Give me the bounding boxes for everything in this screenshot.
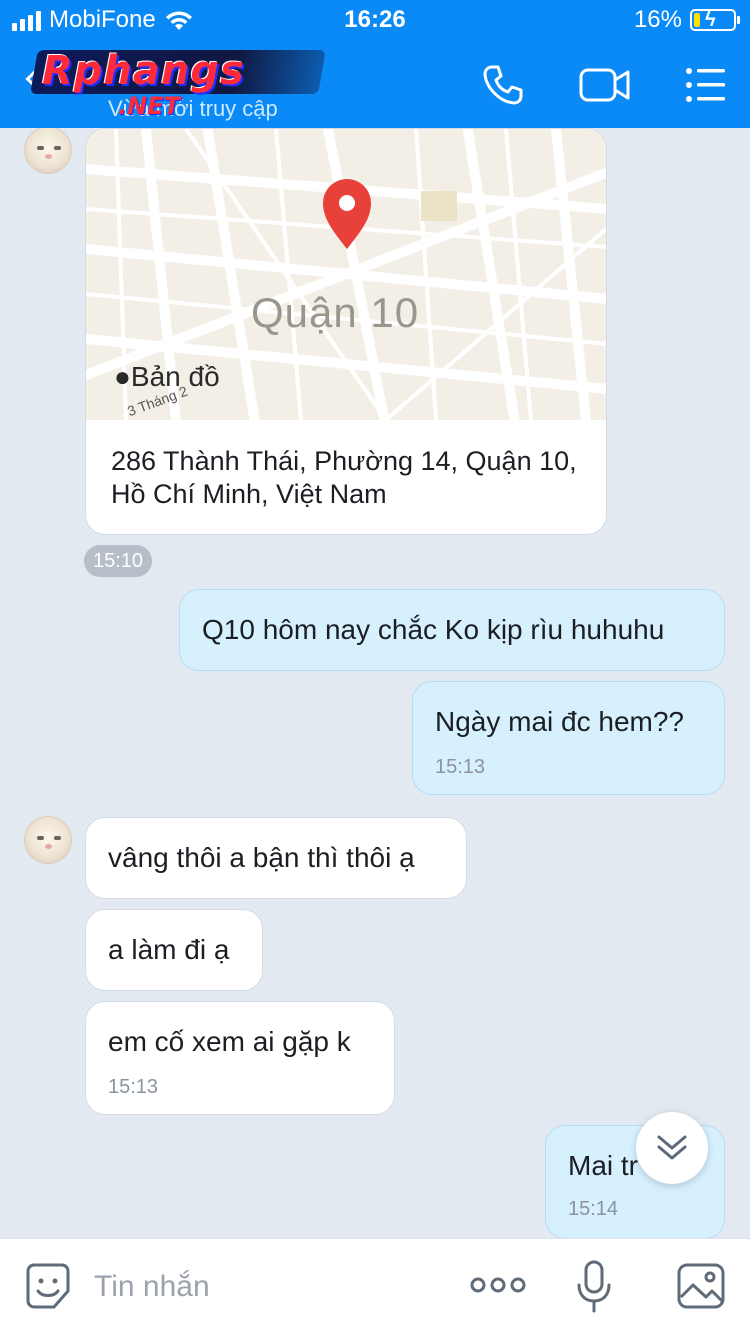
received-message[interactable]: a làm đi ạ (85, 909, 263, 991)
logo-text: Rphangs (42, 48, 245, 94)
message-text: a làm đi ạ (108, 934, 230, 965)
microphone-icon[interactable] (576, 1259, 612, 1315)
message-time: 15:13 (108, 1076, 159, 1098)
sticker-icon[interactable] (24, 1261, 72, 1311)
location-message[interactable]: Quận 10 ●Bản đồ 3 Tháng 2 286 Thành Thái… (85, 128, 607, 535)
call-icon[interactable] (480, 62, 526, 108)
message-text: Ngày mai đc hem?? (435, 706, 685, 737)
map-district-label: Quận 10 (251, 289, 420, 336)
apple-logo-icon: ● (114, 361, 131, 392)
message-list[interactable]: Quận 10 ●Bản đồ 3 Tháng 2 286 Thành Thái… (0, 128, 750, 1238)
message-text: Mai tr (568, 1150, 638, 1181)
more-icon[interactable] (470, 1273, 526, 1297)
received-message[interactable]: vâng thôi a bận thì thôi ạ (85, 817, 467, 899)
message-input[interactable] (94, 1267, 434, 1307)
logo-suffix: .NET (118, 92, 180, 120)
message-text: Q10 hôm nay chắc Ko kịp rìu huhuhu (202, 614, 665, 645)
received-message[interactable]: em cố xem ai gặp k 15:13 (85, 1001, 395, 1115)
contact-avatar[interactable] (24, 816, 72, 864)
status-bar: MobiFone 16:26 16% ϟ (0, 0, 750, 42)
status-right: 16% ϟ (633, 6, 740, 34)
scroll-to-bottom-button[interactable] (636, 1112, 708, 1184)
video-call-icon[interactable] (578, 62, 632, 108)
location-address: 286 Thành Thái, Phường 14, Quận 10, Hồ C… (111, 446, 577, 509)
chat-header: MobiFone 16:26 16% ϟ Rphangs Vừa mới tru… (0, 0, 750, 128)
sent-message[interactable]: Q10 hôm nay chắc Ko kịp rìu huhuhu (179, 589, 725, 671)
menu-icon[interactable] (684, 62, 728, 108)
message-time: 15:13 (435, 756, 486, 778)
battery-percent: 16% (633, 6, 682, 33)
nav-bar: Rphangs Vừa mới truy cập .NET (0, 42, 750, 128)
message-time: 15:14 (568, 1198, 619, 1220)
battery-icon: ϟ (690, 9, 740, 31)
sent-message[interactable]: Ngày mai đc hem?? 15:13 (412, 681, 725, 795)
double-chevron-down-icon (657, 1135, 687, 1160)
map-preview[interactable]: Quận 10 ●Bản đồ 3 Tháng 2 (86, 129, 606, 420)
message-timestamp: 15:10 (84, 545, 152, 577)
message-text: vâng thôi a bận thì thôi ạ (108, 842, 415, 873)
message-text: em cố xem ai gặp k (108, 1026, 351, 1057)
contact-avatar[interactable] (24, 128, 72, 174)
message-composer (0, 1238, 750, 1334)
map-pin-icon (323, 179, 371, 249)
image-icon[interactable] (676, 1261, 726, 1311)
